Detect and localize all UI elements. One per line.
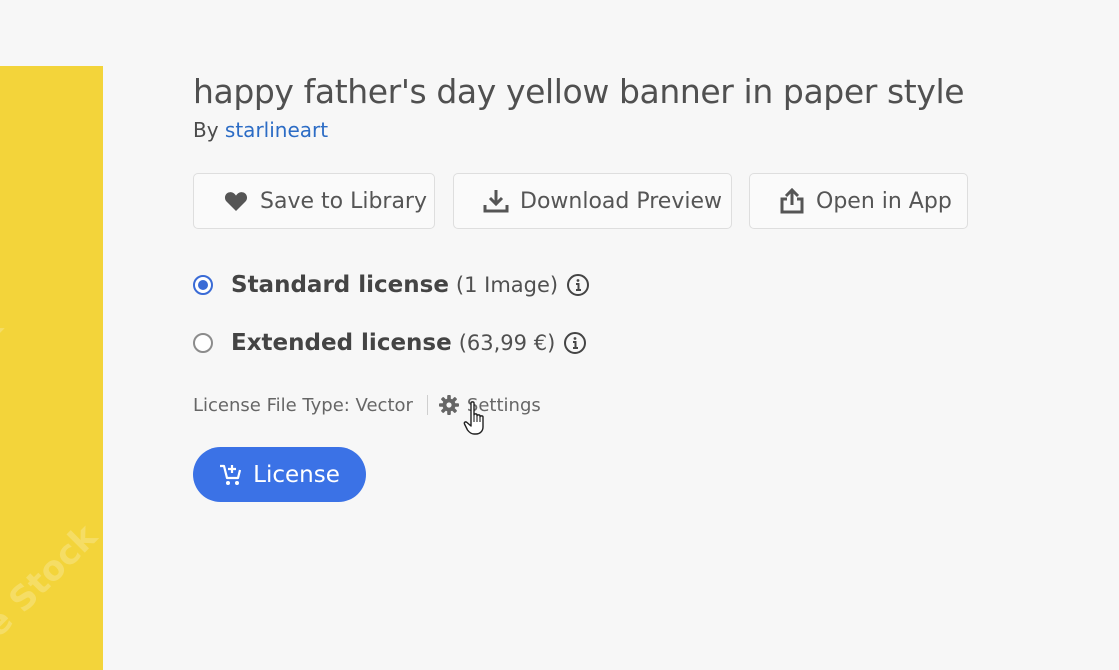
license-button[interactable]: License: [193, 447, 366, 502]
download-preview-button[interactable]: Download Preview: [453, 173, 732, 229]
standard-license-radio[interactable]: [193, 275, 213, 295]
save-to-library-button[interactable]: Save to Library: [193, 173, 435, 229]
license-button-label: License: [253, 461, 340, 488]
by-prefix: By: [193, 118, 219, 142]
byline: By starlineart: [193, 118, 1093, 142]
extended-license-radio[interactable]: [193, 333, 213, 353]
info-icon[interactable]: [566, 273, 590, 297]
license-name: Extended license: [231, 330, 452, 356]
watermark-text: ck: [0, 306, 11, 366]
asset-details-panel: happy father's day yellow banner in pape…: [193, 70, 1093, 502]
license-name: Standard license: [231, 272, 449, 298]
open-in-app-label: Open in App: [816, 188, 952, 214]
author-link[interactable]: starlineart: [225, 118, 328, 142]
license-detail: (1 Image): [455, 273, 559, 297]
license-detail: (63,99 €): [458, 331, 556, 355]
save-to-library-label: Save to Library: [260, 188, 427, 214]
heart-icon: [222, 187, 250, 215]
share-icon: [778, 187, 806, 215]
cart-add-icon: [219, 463, 243, 487]
download-preview-label: Download Preview: [520, 188, 722, 214]
extended-license-option[interactable]: Extended license (63,99 €): [193, 330, 587, 356]
download-icon: [482, 187, 510, 215]
preview-image-strip: ck e Stock: [0, 66, 103, 670]
open-in-app-button[interactable]: Open in App: [749, 173, 968, 229]
asset-title: happy father's day yellow banner in pape…: [193, 72, 965, 111]
info-icon[interactable]: [563, 331, 587, 355]
watermark-text: e Stock: [0, 516, 103, 646]
license-file-type-label: License File Type: Vector: [193, 394, 413, 416]
gear-icon: [438, 394, 460, 416]
divider: [426, 395, 428, 415]
standard-license-option[interactable]: Standard license (1 Image): [193, 272, 590, 298]
hand-cursor-icon: [463, 400, 491, 436]
